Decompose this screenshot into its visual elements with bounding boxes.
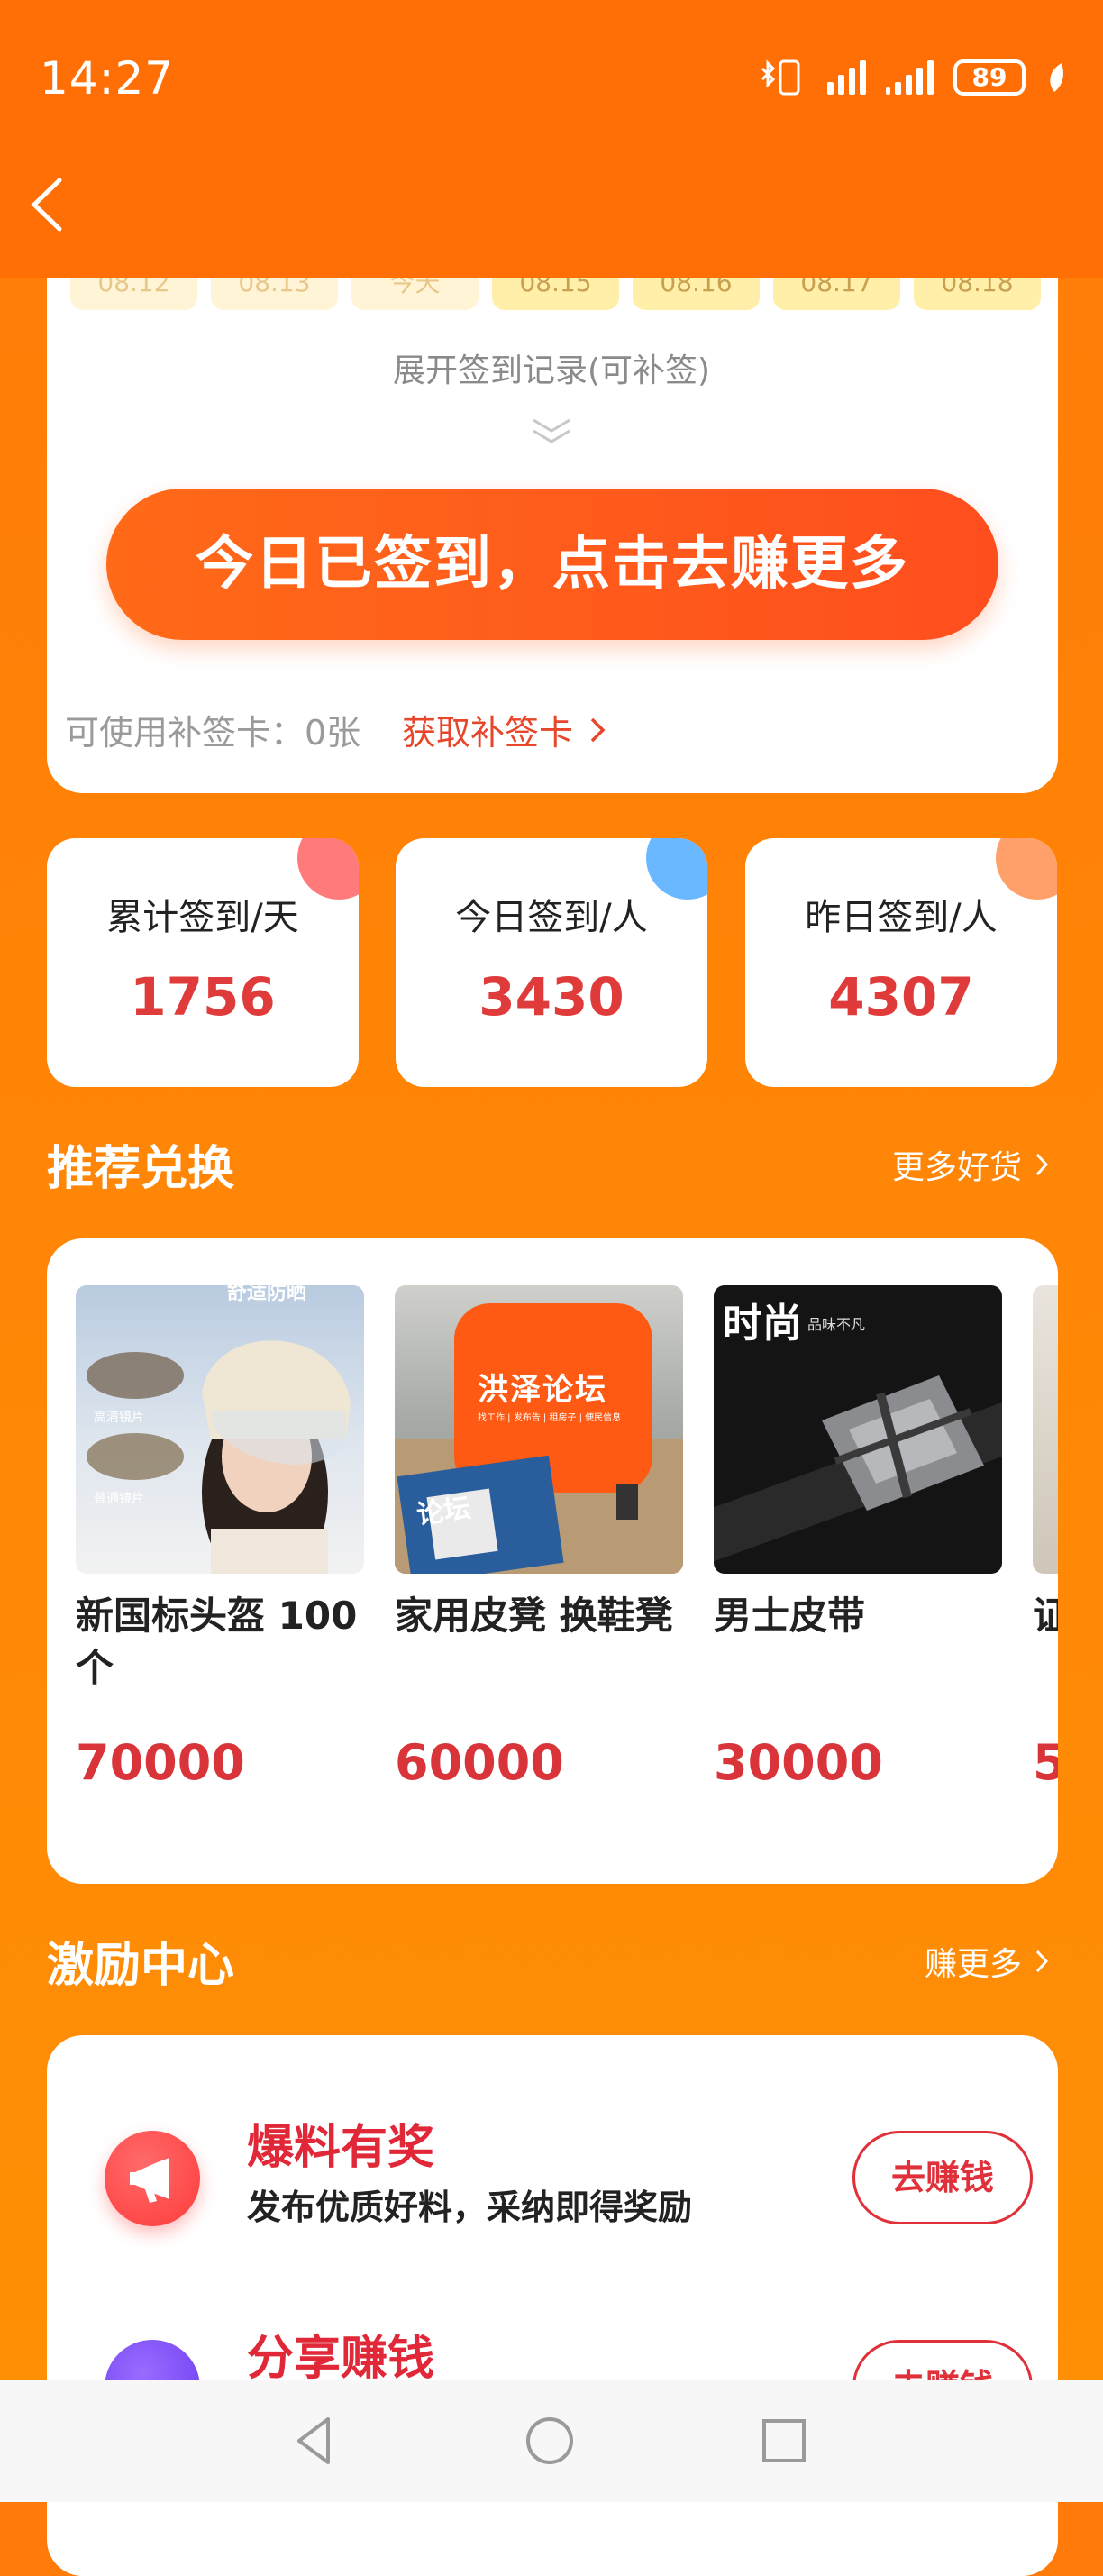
product-name: 男士皮带 bbox=[714, 1594, 866, 1638]
recommend-more-link[interactable]: 更多好货 bbox=[892, 1141, 1049, 1188]
booklet-title: 论坛 bbox=[415, 1492, 473, 1531]
stat-label: 累计签到/天 bbox=[106, 897, 299, 938]
leaf-icon bbox=[1050, 63, 1063, 92]
stat-value: 4307 bbox=[828, 966, 974, 1028]
nav-recents-icon[interactable] bbox=[755, 2412, 813, 2470]
signin-earn-more-button[interactable]: 今日已签到，点击去赚更多 bbox=[106, 489, 998, 640]
double-chevron-down-icon[interactable] bbox=[528, 415, 575, 445]
signal-icon-2 bbox=[886, 60, 934, 95]
product-item[interactable]: 舒适防晒 高清镜片 普通镜片 新国标头盔 100个 70000 bbox=[76, 1285, 364, 1791]
stool-print-title: 洪泽论坛 bbox=[478, 1372, 607, 1408]
chevron-right-icon bbox=[1035, 1153, 1049, 1176]
lens-label: 高清镜片 bbox=[94, 1411, 144, 1425]
stat-label: 昨日签到/人 bbox=[805, 897, 998, 938]
incentive-item-title: 爆料有奖 bbox=[247, 2121, 435, 2175]
product-item[interactable]: 证 5 bbox=[1033, 1285, 1058, 1791]
back-icon[interactable] bbox=[25, 173, 70, 236]
incentive-title: 激励中心 bbox=[47, 1939, 235, 1993]
product-points-price: 60000 bbox=[395, 1734, 564, 1791]
product-name: 新国标头盔 100个 bbox=[76, 1594, 358, 1690]
lens-label: 普通镜片 bbox=[94, 1492, 144, 1506]
product-item[interactable]: 时尚 品味不凡 男士皮带 30000 bbox=[714, 1285, 1002, 1791]
product-name: 家用皮凳 换鞋凳 bbox=[395, 1594, 673, 1638]
product-image[interactable] bbox=[1033, 1285, 1058, 1574]
battery-icon: 89 bbox=[953, 59, 1026, 96]
product-carousel[interactable]: 舒适防晒 高清镜片 普通镜片 新国标头盔 100个 70000 洪泽论坛 找工作… bbox=[47, 1238, 1058, 1884]
stool-illustration bbox=[395, 1303, 683, 1574]
bluetooth-vibrate-icon bbox=[761, 59, 800, 96]
get-makeup-card-label: 获取补签卡 bbox=[402, 713, 574, 753]
app-header: 14:27 89 bbox=[0, 0, 1103, 278]
incentive-more-label: 赚更多 bbox=[924, 1946, 1022, 1983]
incentive-item-desc: 发布优质好料，采纳即得奖励 bbox=[247, 2188, 693, 2227]
stat-label: 今日签到/人 bbox=[455, 897, 648, 938]
product-item[interactable]: 洪泽论坛 找工作 | 发布告 | 租房子 | 便民信息 论坛 家用皮凳 换鞋凳 … bbox=[395, 1285, 683, 1791]
chevron-right-icon bbox=[590, 717, 606, 742]
stat-value: 1756 bbox=[130, 966, 276, 1028]
stat-yesterday-users: 昨日签到/人 4307 bbox=[745, 838, 1057, 1087]
incentive-item-title: 分享赚钱 bbox=[247, 2332, 435, 2386]
stat-value: 3430 bbox=[479, 966, 624, 1028]
product-points-price: 30000 bbox=[714, 1734, 883, 1791]
makeup-card-count: 可使用补签卡：0张 bbox=[65, 713, 361, 753]
status-time: 14:27 bbox=[40, 52, 175, 105]
system-nav-bar bbox=[0, 2380, 1103, 2502]
stool-print-sub: 找工作 | 发布告 | 租房子 | 便民信息 bbox=[478, 1413, 622, 1423]
recommend-title: 推荐兑换 bbox=[47, 1142, 235, 1196]
get-makeup-card-link[interactable]: 获取补签卡 bbox=[402, 705, 606, 754]
product-image-belt[interactable]: 时尚 品味不凡 bbox=[714, 1285, 1002, 1574]
status-icons: 89 bbox=[757, 58, 1067, 97]
stat-total-days: 累计签到/天 1756 bbox=[47, 838, 359, 1087]
earn-money-button[interactable]: 去赚钱 bbox=[852, 2131, 1033, 2224]
megaphone-icon bbox=[105, 2131, 200, 2226]
expand-record-link[interactable]: 展开签到记录(可补签) bbox=[0, 344, 1103, 391]
product-image-stool[interactable]: 洪泽论坛 找工作 | 发布告 | 租房子 | 便民信息 论坛 bbox=[395, 1285, 683, 1574]
recommend-more-label: 更多好货 bbox=[891, 1149, 1022, 1186]
stat-today-users: 今日签到/人 3430 bbox=[396, 838, 707, 1087]
product-points-price: 70000 bbox=[76, 1734, 245, 1791]
chevron-right-icon bbox=[1035, 1950, 1049, 1973]
product-name: 证 bbox=[1033, 1594, 1058, 1638]
belt-illustration bbox=[714, 1375, 1002, 1562]
product-points-price: 5 bbox=[1033, 1734, 1058, 1791]
nav-back-icon[interactable] bbox=[287, 2412, 344, 2470]
nav-home-icon[interactable] bbox=[521, 2412, 579, 2470]
signal-icon bbox=[827, 60, 866, 95]
product-image-helmet[interactable]: 舒适防晒 高清镜片 普通镜片 bbox=[76, 1285, 364, 1574]
helmet-illustration bbox=[87, 1340, 351, 1574]
incentive-more-link[interactable]: 赚更多 bbox=[925, 1938, 1049, 1985]
